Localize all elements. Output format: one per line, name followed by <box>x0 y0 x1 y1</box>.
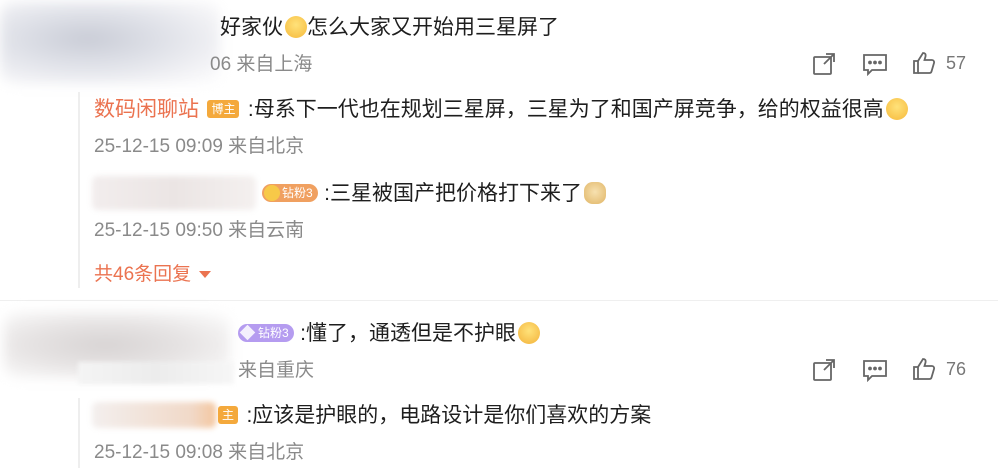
smile-emoji-icon <box>285 16 307 38</box>
doge-emoji-icon <box>583 182 606 204</box>
reply-item: 主 :应该是护眼的，电路设计是你们喜欢的方案 <box>218 402 651 430</box>
comment-meta: 来自重庆 <box>238 360 315 381</box>
avatar[interactable] <box>0 2 220 84</box>
crown-icon <box>264 185 280 201</box>
reply-meta: 25-12-15 09:08 来自北京 <box>94 442 305 463</box>
comment-body: 钻粉3 :懂了，通透但是不护眼 <box>238 320 540 348</box>
host-badge: 博主 <box>207 100 240 118</box>
fan-badge: 钻粉3 <box>238 324 294 342</box>
reply-thread-line <box>78 398 80 468</box>
reply-thread-line <box>78 92 80 288</box>
host-badge: 主 <box>218 406 239 424</box>
reply-author[interactable]: 数码闲聊站 <box>94 98 199 121</box>
comment-button[interactable] <box>862 52 888 76</box>
reply-item: 钻粉3 :三星被国产把价格打下来了 <box>262 180 606 208</box>
smile-emoji-icon <box>885 98 908 120</box>
fan-badge: 钻粉3 <box>262 184 318 202</box>
like-count: 57 <box>946 52 967 73</box>
reply-meta: 25-12-15 09:50 来自云南 <box>94 220 305 241</box>
reply-author-avatar[interactable] <box>92 402 216 428</box>
comment-text: :懂了，通透但是不护眼 <box>300 322 516 345</box>
thumbs-up-icon <box>913 52 936 74</box>
share-button[interactable] <box>812 358 836 382</box>
blurred-timestamp <box>78 362 234 384</box>
reply-meta: 25-12-15 09:09 来自北京 <box>94 136 305 157</box>
reply-text: :三星被国产把价格打下来了 <box>324 182 582 205</box>
like-button[interactable]: 57 <box>912 51 966 75</box>
comment-text: 好家伙 怎么大家又开始用三星屏了 <box>220 16 559 39</box>
comment-button[interactable] <box>862 358 888 382</box>
comment-icon <box>863 54 887 76</box>
diamond-icon <box>239 324 256 341</box>
comment-icon <box>863 360 887 382</box>
caret-down-icon <box>198 271 211 278</box>
reply-text: :应该是护眼的，电路设计是你们喜欢的方案 <box>246 404 652 427</box>
share-button[interactable] <box>812 52 836 76</box>
comment-meta: 06 来自上海 <box>210 54 313 75</box>
share-icon <box>813 53 835 75</box>
share-icon <box>813 359 835 381</box>
thumbs-up-icon <box>913 358 936 380</box>
reply-text: :母系下一代也在规划三星屏，三星为了和国产屏竞争，给的权益很高 <box>247 98 884 121</box>
more-replies-link[interactable]: 共46条回复 <box>94 262 211 288</box>
crying-emoji-icon <box>517 322 540 344</box>
comment-divider <box>0 300 998 301</box>
like-button[interactable]: 76 <box>912 357 966 381</box>
reply-item: 数码闲聊站 博主 :母系下一代也在规划三星屏，三星为了和国产屏竞争，给的权益很高 <box>94 96 908 124</box>
like-count: 76 <box>946 358 967 379</box>
reply-author-avatar[interactable] <box>92 176 256 210</box>
